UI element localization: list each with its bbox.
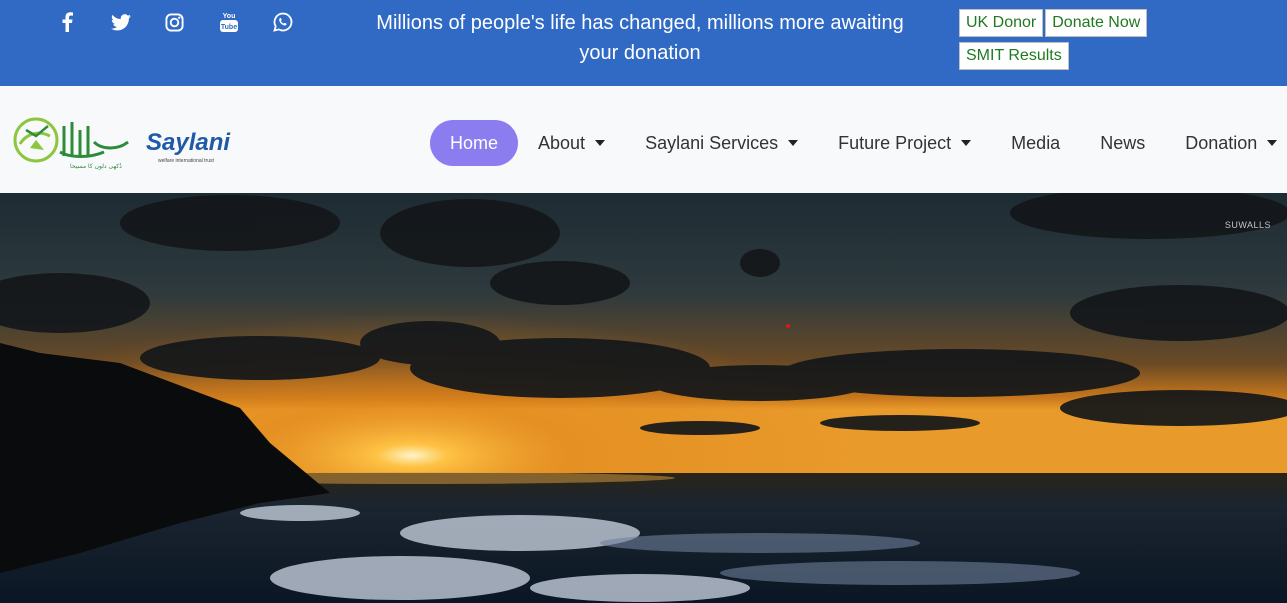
caret-down-icon [595,140,606,146]
svg-text:Saylani: Saylani [146,129,231,156]
donate-now-button[interactable]: Donate Now [1045,9,1148,37]
smit-results-button[interactable]: SMIT Results [959,42,1069,70]
red-dot [786,324,790,328]
svg-text:You: You [222,13,235,20]
nav-item-label: Home [450,132,499,153]
svg-text:دُکھی دلوں کا مسیحا: دُکھی دلوں کا مسیحا [70,163,122,170]
youtube-icon[interactable]: You Tube [215,10,242,34]
main-navbar: Saylani welfare international trust دُکھ… [0,86,1287,193]
nav-item-media[interactable]: Media [991,120,1080,166]
nav-item-home[interactable]: Home [430,120,519,166]
svg-text:welfare international trust: welfare international trust [158,158,214,164]
social-links: You Tube [53,10,323,34]
uk-donor-button[interactable]: UK Donor [959,9,1044,37]
nav-item-label: Future Project [838,132,952,153]
nav-item-donation[interactable]: Donation [1165,120,1287,166]
top-bar: You Tube Millions of people's life has ch… [0,0,1287,86]
caret-down-icon [961,140,972,146]
nav-item-label: Saylani Services [645,132,779,153]
logo-graphic: Saylani welfare international trust دُکھ… [13,117,231,170]
image-watermark: SUWALLS [1224,220,1271,230]
hero-banner: SUWALLS [0,193,1287,603]
primary-nav: Home About Saylani Services Future Proje… [430,120,1287,166]
nav-item-future-project[interactable]: Future Project [818,120,991,166]
saylani-logo[interactable]: Saylani welfare international trust دُکھ… [12,108,248,172]
whatsapp-icon[interactable] [269,10,296,34]
caret-down-icon [788,140,799,146]
donation-tagline: Millions of people's life has changed, m… [376,12,904,64]
nav-item-label: Media [1011,132,1061,153]
instagram-icon[interactable] [161,10,188,34]
nav-item-label: Donation [1185,132,1258,153]
facebook-icon[interactable] [53,10,80,34]
sunset-ocean-image [0,193,1287,603]
twitter-icon[interactable] [107,10,134,34]
nav-item-saylani-services[interactable]: Saylani Services [625,120,818,166]
caret-down-icon [1267,140,1278,146]
nav-item-about[interactable]: About [518,120,625,166]
nav-item-label: About [538,132,586,153]
top-buttons: UK Donor Donate Now SMIT Results [959,9,1169,75]
nav-item-label: News [1100,132,1146,153]
nav-item-news[interactable]: News [1080,120,1165,166]
svg-text:Tube: Tube [220,24,236,31]
